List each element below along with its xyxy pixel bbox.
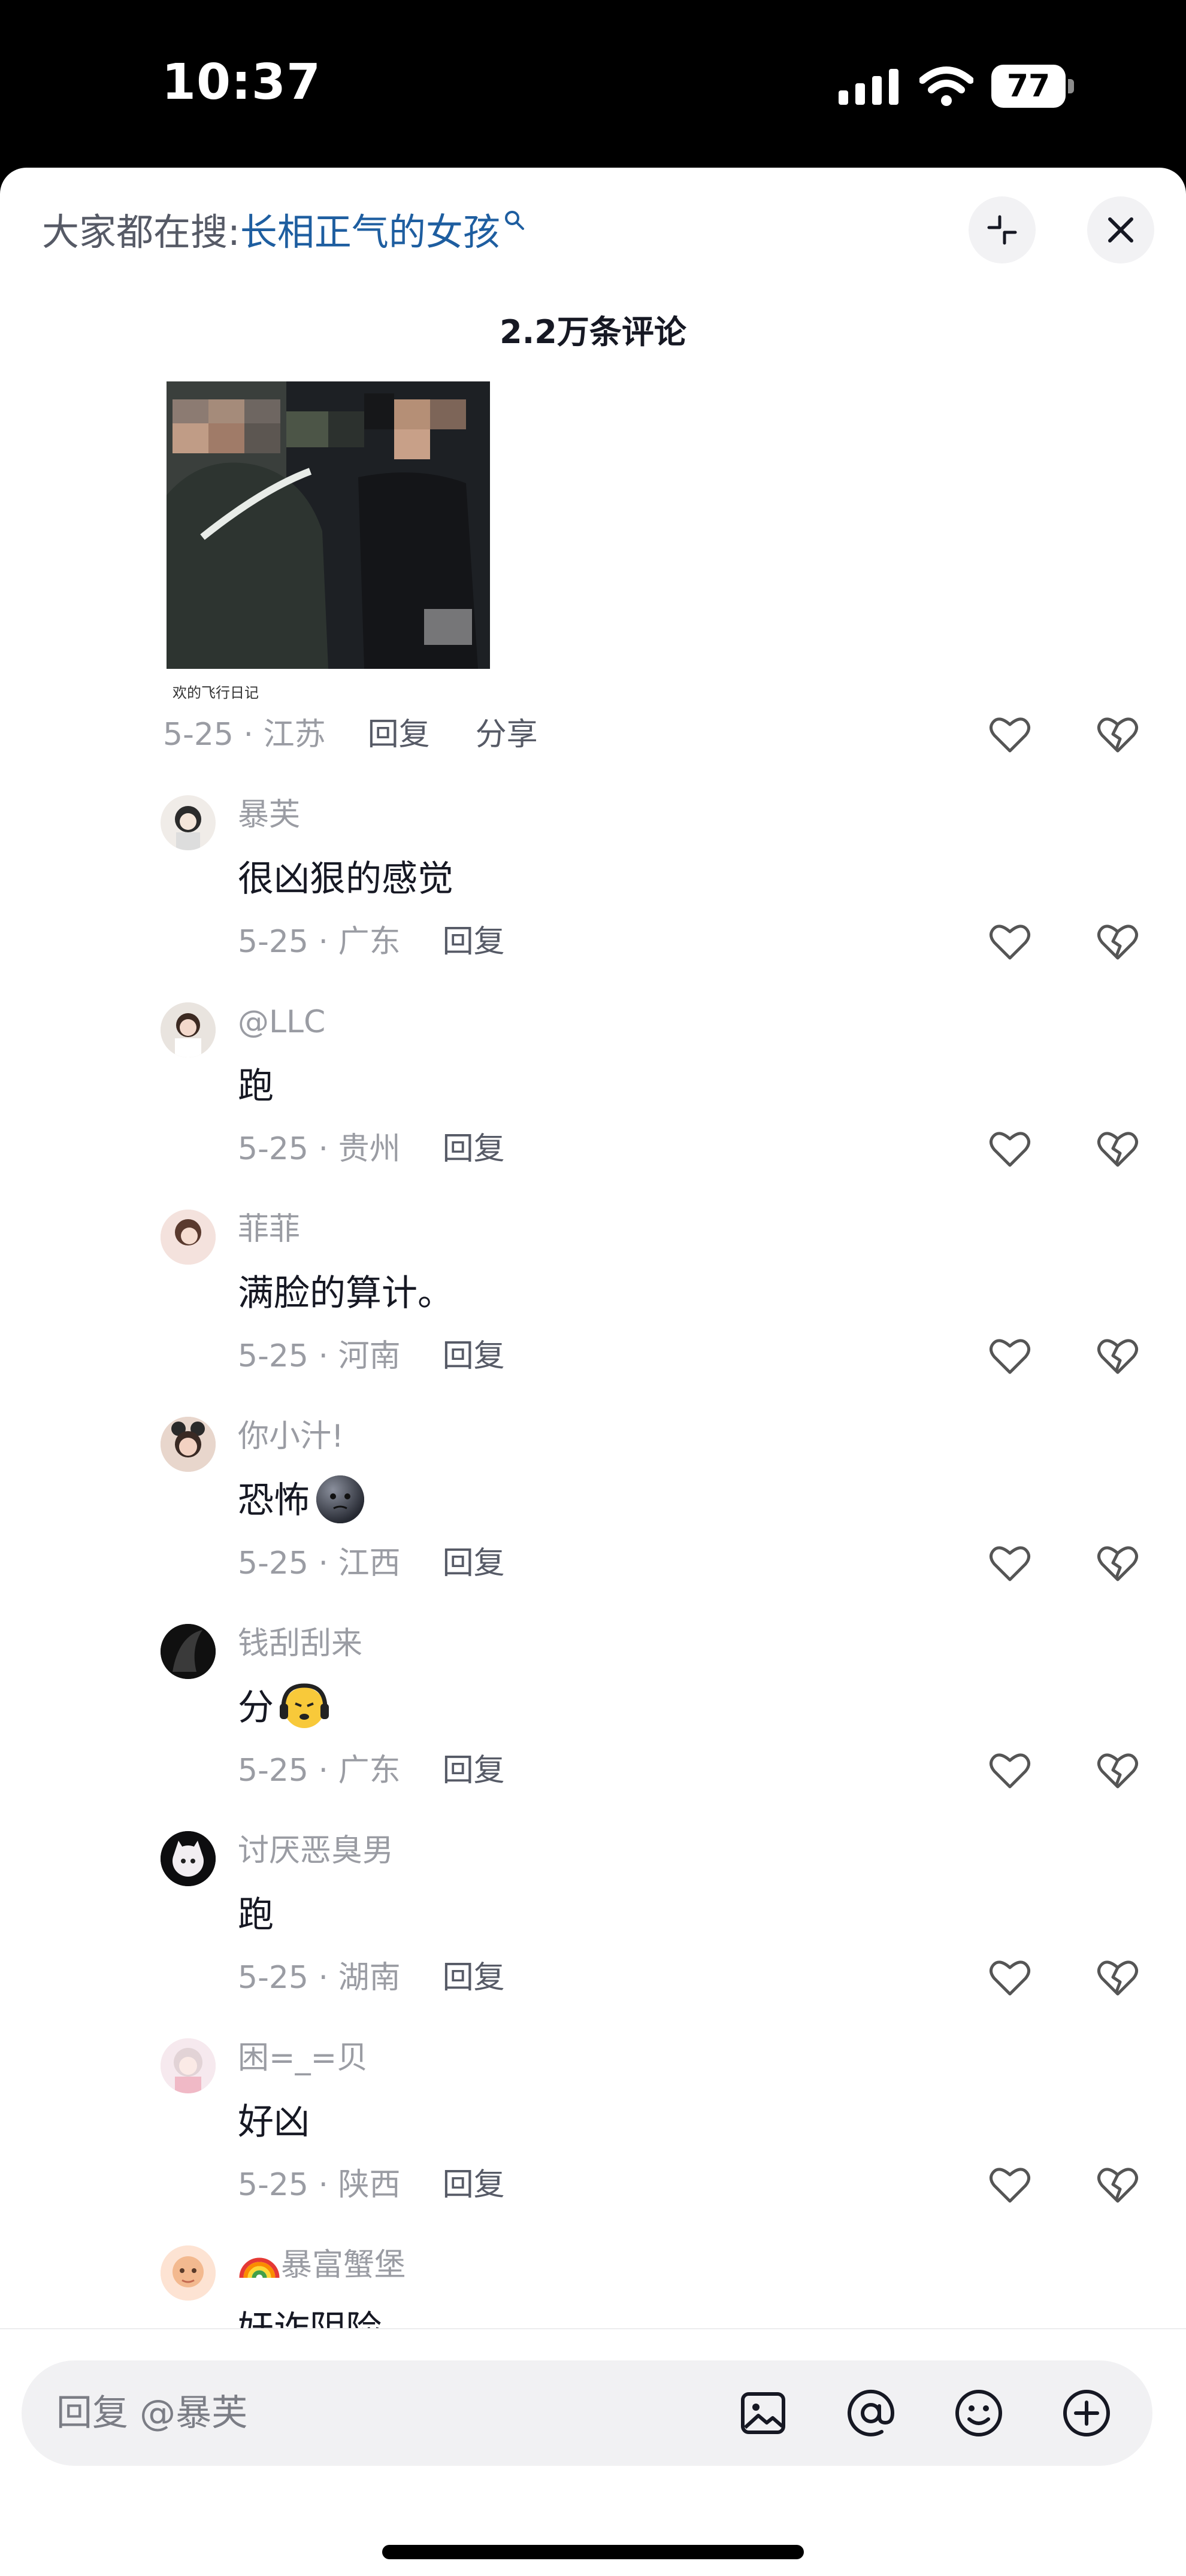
battery-level: 77 (1006, 68, 1051, 104)
broken-heart-icon[interactable] (1095, 919, 1140, 964)
status-time: 10:37 (162, 54, 322, 111)
reply-input-placeholder: 回复 @暴芙 (56, 2392, 248, 2434)
reply-text: 跑 (238, 1894, 274, 1936)
reply-meta: 5-25 · 贵州 回复 (238, 1128, 505, 1170)
reply-button[interactable]: 回复 (443, 1338, 505, 1374)
at-icon[interactable] (842, 2384, 900, 2442)
broken-heart-icon[interactable] (1095, 711, 1140, 757)
heart-outline-icon[interactable] (987, 919, 1033, 964)
status-bar: 10:37 77 (0, 0, 1186, 168)
reply-meta: 5-25 · 陕西 回复 (238, 2164, 505, 2206)
photo-caption: 欢的飞行日记 (173, 684, 259, 701)
reply-username[interactable]: 困=_=贝 (238, 2037, 368, 2079)
avatar[interactable] (161, 1210, 216, 1265)
cellular-signal-icon (839, 69, 898, 105)
reply-text: 满脸的算计。 (238, 1272, 453, 1314)
broken-heart-icon[interactable] (1095, 1540, 1140, 1586)
comments-sheet: 大家都在搜:长相正气的女孩 2.2万条评论 欢的飞行日记 5-25 · 江苏 回… (0, 168, 1186, 2576)
comment-image[interactable]: 欢的飞行日记 (167, 381, 490, 710)
reply-username[interactable]: @LLC (238, 1001, 325, 1043)
collapse-icon (987, 215, 1017, 245)
reply-text-content: 恐怖 (238, 1480, 310, 1522)
reply-meta: 5-25 · 江西 回复 (238, 1542, 505, 1584)
broken-heart-icon[interactable] (1095, 1747, 1140, 1793)
close-button[interactable] (1087, 196, 1154, 263)
reply-username[interactable]: 讨厌恶臭男 (238, 1830, 394, 1872)
reply-text: 恐怖 (238, 1475, 366, 1525)
avatar[interactable] (161, 1417, 216, 1472)
image-icon[interactable] (734, 2384, 792, 2442)
worried-face-with-headphones-emoji (280, 1683, 329, 1729)
heart-outline-icon[interactable] (987, 1126, 1033, 1171)
share-button[interactable]: 分享 (476, 717, 538, 753)
battery-indicator: 77 (991, 65, 1075, 108)
heart-outline-icon[interactable] (987, 711, 1033, 757)
reply-button[interactable]: 回复 (368, 717, 430, 753)
reply-meta: 5-25 · 广东 回复 (238, 921, 505, 963)
comment-date: 5-25 · 江苏 (163, 717, 326, 753)
broken-heart-icon[interactable] (1095, 1954, 1140, 2000)
heart-outline-icon[interactable] (987, 1747, 1033, 1793)
wifi-icon (919, 66, 973, 106)
reply-date: 5-25 · 江西 (238, 1545, 401, 1581)
collapse-button[interactable] (969, 196, 1036, 263)
avatar[interactable] (161, 795, 216, 850)
reply-meta: 5-25 · 广东 回复 (238, 1750, 505, 1792)
reply-username[interactable]: 暴富蟹堡 (238, 2244, 406, 2286)
photo-illustration (167, 381, 490, 710)
reply-date: 5-25 · 河南 (238, 1338, 401, 1374)
main-comment-meta: 5-25 · 江苏 回复 分享 (163, 714, 538, 756)
avatar[interactable] (161, 2038, 216, 2093)
reply-text: 很凶狠的感觉 (238, 858, 453, 900)
trending-search-term[interactable]: 长相正气的女孩 (240, 210, 500, 254)
trending-search-prefix: 大家都在搜: (42, 210, 240, 254)
dark-moon-face-emoji (316, 1475, 364, 1524)
rainbow-icon (239, 2257, 280, 2278)
avatar[interactable] (161, 1624, 216, 1679)
reply-button[interactable]: 回复 (443, 1960, 505, 1996)
reply-text-content: 分 (238, 1687, 274, 1729)
reply-date: 5-25 · 陕西 (238, 2167, 401, 2203)
avatar[interactable] (161, 1831, 216, 1886)
reply-text: 跑 (238, 1065, 274, 1107)
reply-date: 5-25 · 贵州 (238, 1131, 401, 1167)
broken-heart-icon[interactable] (1095, 2162, 1140, 2207)
reply-username[interactable]: 你小汁! (238, 1416, 344, 1457)
heart-outline-icon[interactable] (987, 2162, 1033, 2207)
reply-date: 5-25 · 广东 (238, 924, 401, 960)
reply-text: 分 (238, 1683, 330, 1732)
heart-outline-icon[interactable] (987, 1954, 1033, 2000)
reply-date: 5-25 · 广东 (238, 1753, 401, 1789)
reply-button[interactable]: 回复 (443, 1131, 505, 1167)
comment-count: 2.2万条评论 (500, 313, 686, 351)
reply-button[interactable]: 回复 (443, 1545, 505, 1581)
reply-username[interactable]: 钱刮刮来 (238, 1623, 362, 1665)
avatar[interactable] (161, 2245, 216, 2301)
trending-search[interactable]: 大家都在搜:长相正气的女孩 (42, 208, 527, 256)
home-indicator (382, 2545, 804, 2559)
reply-username-text: 暴富蟹堡 (281, 2247, 406, 2283)
broken-heart-icon[interactable] (1095, 1333, 1140, 1378)
reply-username[interactable]: 暴芙 (238, 794, 300, 836)
heart-outline-icon[interactable] (987, 1540, 1033, 1586)
reply-input-bar: 回复 @暴芙 (0, 2328, 1186, 2576)
reply-input[interactable]: 回复 @暴芙 (22, 2360, 1152, 2466)
heart-outline-icon[interactable] (987, 1333, 1033, 1378)
reply-meta: 5-25 · 湖南 回复 (238, 1957, 505, 1999)
reply-button[interactable]: 回复 (443, 924, 505, 960)
close-icon (1108, 217, 1133, 243)
smile-icon[interactable] (950, 2384, 1008, 2442)
broken-heart-icon[interactable] (1095, 1126, 1140, 1171)
search-icon (504, 211, 524, 230)
reply-username[interactable]: 菲菲 (238, 1208, 300, 1250)
reply-button[interactable]: 回复 (443, 1753, 505, 1789)
reply-text: 好凶 (238, 2101, 310, 2143)
avatar[interactable] (161, 1002, 216, 1057)
reply-date: 5-25 · 湖南 (238, 1960, 401, 1996)
reply-button[interactable]: 回复 (443, 2167, 505, 2203)
plus-circle-icon[interactable] (1058, 2384, 1115, 2442)
reply-meta: 5-25 · 河南 回复 (238, 1335, 505, 1377)
